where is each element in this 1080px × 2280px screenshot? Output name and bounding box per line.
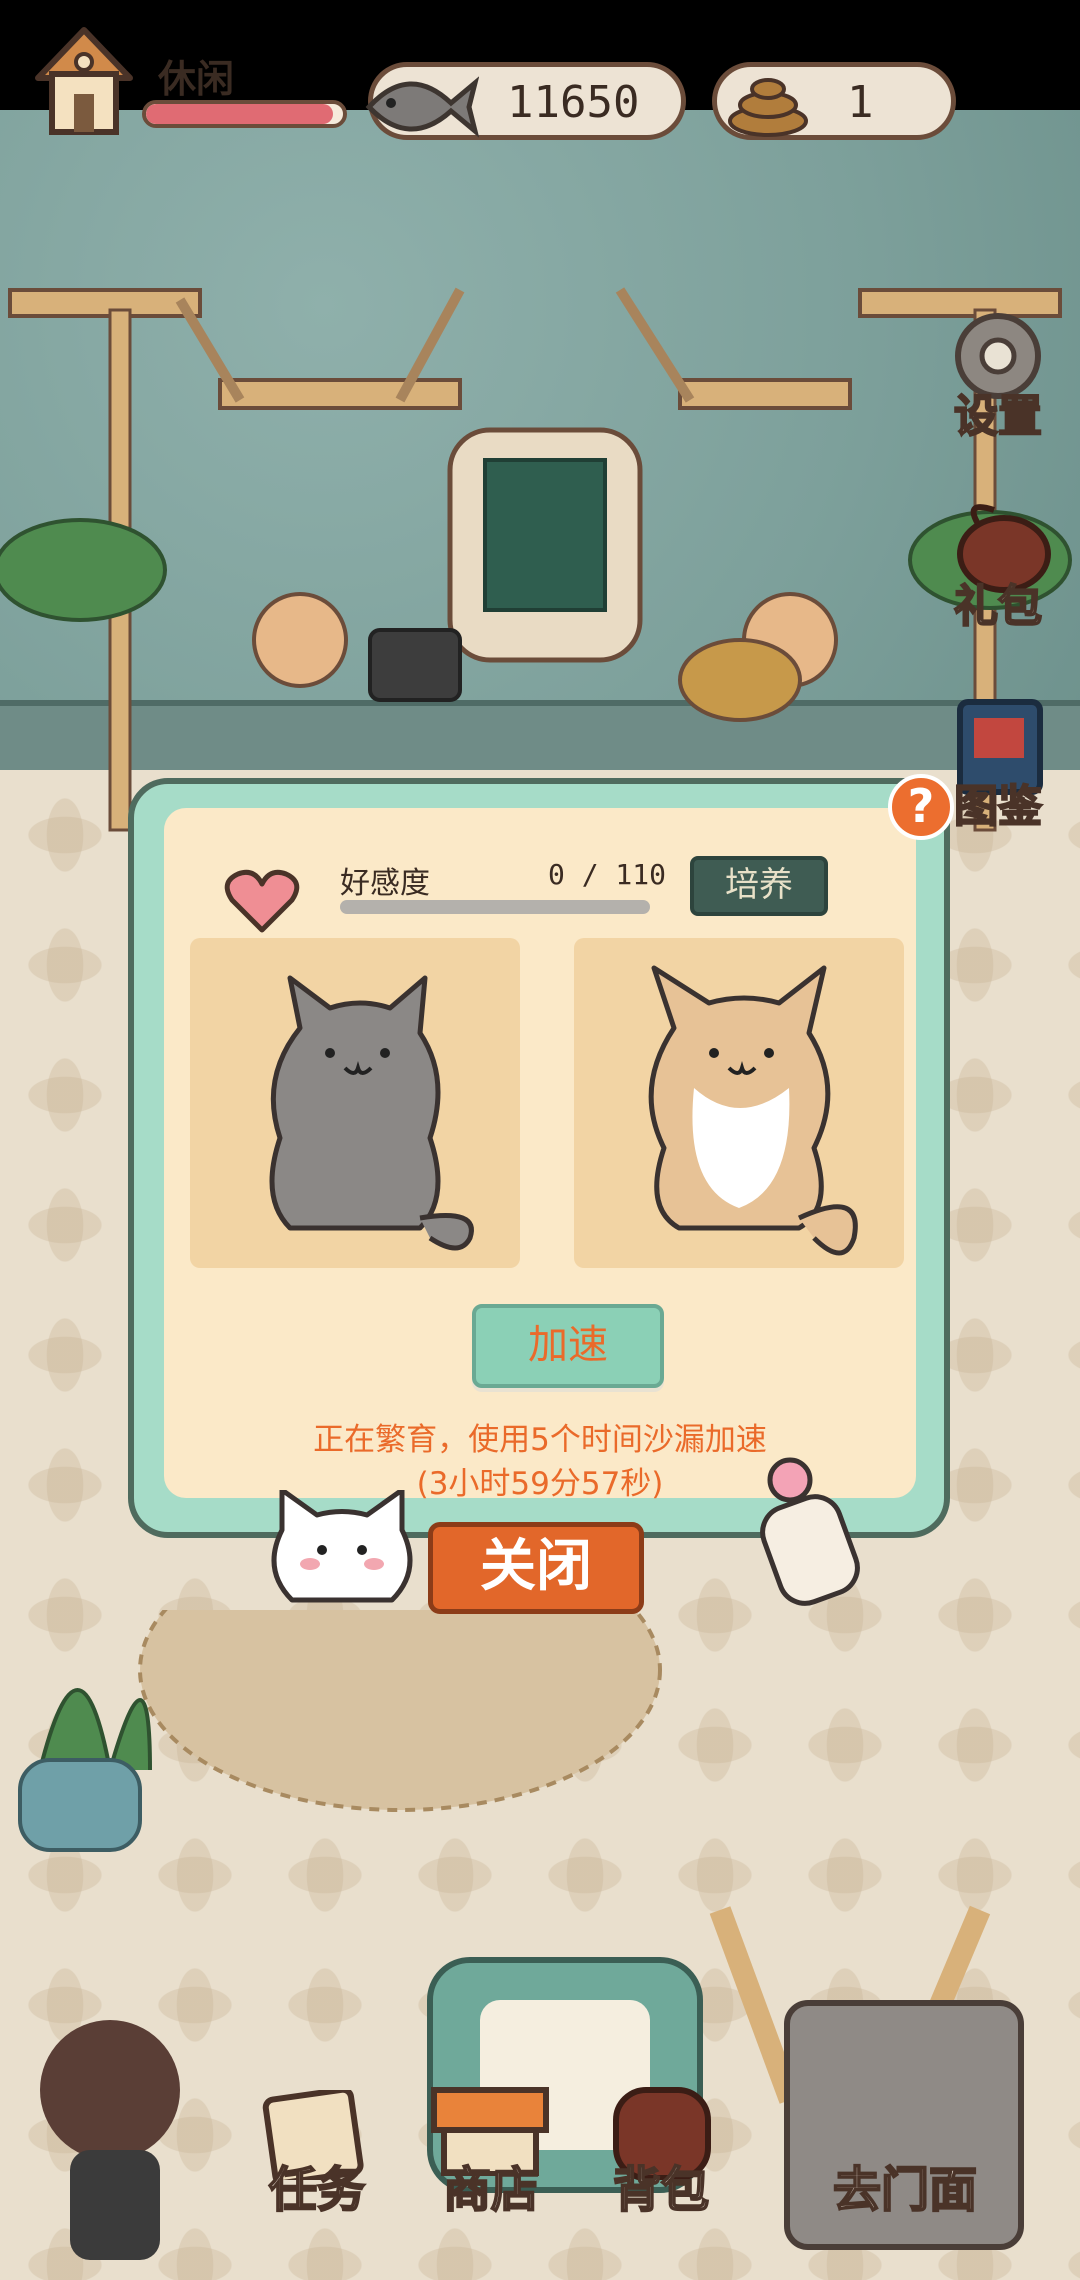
affinity-label: 好感度 bbox=[340, 866, 430, 901]
gift-pack-button[interactable]: 礼包 bbox=[934, 490, 1062, 640]
mood-bar bbox=[142, 100, 347, 128]
backpack-button[interactable]: 背包 bbox=[594, 2087, 728, 2220]
mood-label: 休闲 bbox=[158, 57, 235, 101]
fish-icon bbox=[365, 76, 479, 138]
poop-currency[interactable]: 1 bbox=[712, 62, 956, 140]
affinity-bar bbox=[340, 900, 650, 914]
storefront-button[interactable]: 去门面 bbox=[790, 2100, 1020, 2220]
shop-label: 商店 bbox=[442, 2161, 540, 2219]
help-button[interactable]: ? bbox=[888, 774, 954, 840]
breeding-dialog: 好感度 0 / 110 培养 加速 正在繁育，使用5个时间沙漏加速 (3小时59… bbox=[128, 778, 950, 1538]
fluffy-orange-cat-image bbox=[648, 965, 858, 1256]
cat-card-gray[interactable] bbox=[190, 938, 520, 1268]
train-button[interactable]: 培养 bbox=[690, 856, 828, 916]
poop-value: 1 bbox=[847, 77, 874, 128]
heart-icon bbox=[224, 869, 300, 933]
gray-tabby-cat-image bbox=[269, 975, 474, 1251]
cat-card-orange[interactable] bbox=[574, 938, 904, 1268]
cat-mascot-decoration bbox=[271, 1490, 413, 1603]
shop-button[interactable]: 商店 bbox=[416, 2087, 566, 2220]
storefront-label: 去门面 bbox=[832, 2161, 978, 2219]
backpack-label: 背包 bbox=[612, 2161, 710, 2219]
catalog-button[interactable]: 图鉴 bbox=[934, 690, 1062, 840]
close-button[interactable]: 关闭 bbox=[428, 1522, 644, 1614]
fish-currency[interactable]: 11650 bbox=[365, 62, 686, 140]
speedup-button[interactable]: 加速 bbox=[472, 1304, 664, 1388]
settings-button[interactable]: 设置 bbox=[934, 300, 1062, 450]
gift-pack-label: 礼包 bbox=[953, 580, 1043, 633]
milk-bottle-decoration bbox=[760, 1457, 860, 1606]
fish-value: 11650 bbox=[507, 77, 640, 128]
affinity-count: 0 / 110 bbox=[548, 858, 667, 891]
home-icon[interactable] bbox=[28, 22, 140, 142]
poop-icon bbox=[728, 78, 808, 137]
tasks-button[interactable]: 任务 bbox=[252, 2090, 382, 2220]
mood-bar-fill bbox=[146, 104, 334, 124]
breeding-panel: 好感度 0 / 110 培养 加速 正在繁育，使用5个时间沙漏加速 (3小时59… bbox=[164, 808, 916, 1502]
settings-label: 设置 bbox=[953, 390, 1043, 443]
tasks-label: 任务 bbox=[268, 2161, 366, 2219]
